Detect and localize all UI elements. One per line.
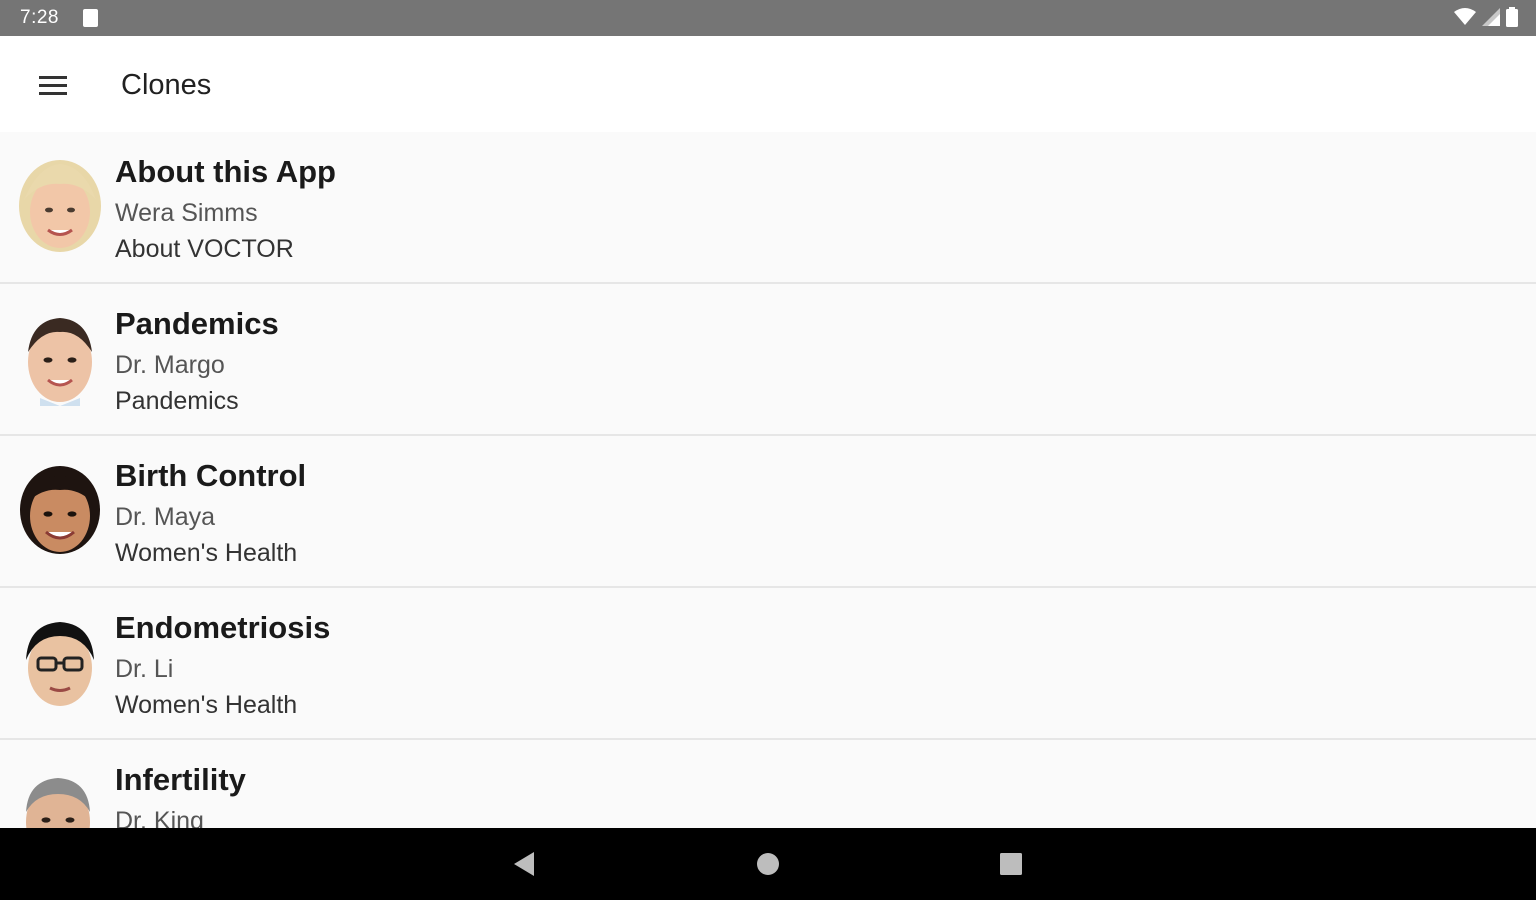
menu-icon[interactable]: [28, 62, 80, 110]
navigation-bar: [0, 828, 1536, 900]
avatar-icon: [20, 466, 100, 554]
recents-icon: [1000, 853, 1022, 875]
list-item[interactable]: Infertility Dr. King: [0, 740, 1536, 828]
item-author: Dr. Li: [115, 655, 174, 683]
item-title: About this App: [115, 154, 336, 189]
item-category: Pandemics: [115, 387, 239, 415]
page-title: Clones: [121, 69, 212, 101]
list-item[interactable]: Endometriosis Dr. Li Women's Health: [0, 588, 1536, 740]
avatar-icon: [26, 622, 94, 706]
home-icon: [757, 853, 779, 875]
sd-card-icon: [83, 9, 98, 27]
back-button[interactable]: [504, 846, 544, 882]
avatar-icon: [19, 160, 101, 252]
back-icon: [514, 852, 534, 876]
item-category: Women's Health: [115, 539, 298, 567]
item-author: Wera Simms: [115, 199, 258, 227]
status-bar: 7:28: [0, 0, 1536, 36]
wifi-icon: [1454, 8, 1476, 25]
item-category: Women's Health: [115, 691, 298, 719]
item-title: Endometriosis: [115, 610, 331, 645]
status-icons: [1454, 7, 1518, 27]
item-title: Infertility: [115, 762, 246, 797]
item-title: Pandemics: [115, 306, 279, 341]
list-item[interactable]: Birth Control Dr. Maya Women's Health: [0, 436, 1536, 588]
list-item[interactable]: Pandemics Dr. Margo Pandemics: [0, 284, 1536, 436]
battery-icon: [1506, 7, 1518, 27]
item-category: About VOCTOR: [115, 235, 294, 263]
item-author: Dr. Margo: [115, 351, 225, 379]
list-item[interactable]: About this App Wera Simms About VOCTOR: [0, 132, 1536, 284]
item-author: Dr. King: [115, 807, 204, 828]
avatar-icon: [28, 318, 92, 406]
home-button[interactable]: [748, 846, 788, 882]
item-author: Dr. Maya: [115, 503, 216, 531]
avatar-icon: [26, 778, 90, 828]
recents-button[interactable]: [991, 846, 1031, 882]
app-bar: Clones: [0, 36, 1536, 132]
item-title: Birth Control: [115, 458, 307, 493]
cell-signal-icon: [1482, 8, 1500, 26]
clone-list: About this App Wera Simms About VOCTOR P…: [0, 132, 1536, 828]
status-time: 7:28: [20, 7, 59, 28]
